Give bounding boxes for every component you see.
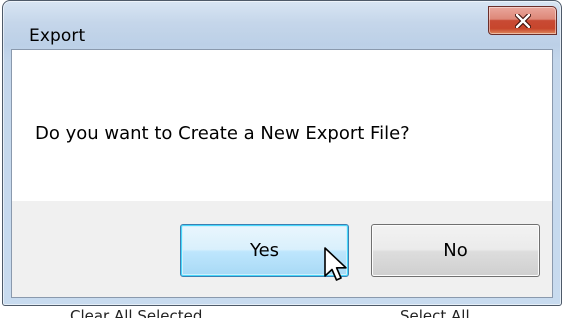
dialog-title: Export [29, 26, 86, 46]
message-panel: Do you want to Create a New Export File? [12, 50, 552, 201]
no-button[interactable]: No [371, 224, 540, 277]
mouse-pointer-icon [324, 247, 347, 281]
background-right-label: Select All [400, 307, 470, 318]
background-window-text: Clear All Selected Select All [0, 307, 569, 318]
export-dialog: Export Do you want to Create a New Expor… [2, 0, 562, 306]
background-left-label: Clear All Selected [70, 307, 203, 318]
dialog-client-area: Do you want to Create a New Export File?… [11, 49, 553, 298]
close-x-icon [514, 13, 531, 28]
close-button[interactable] [488, 6, 557, 35]
dialog-message: Do you want to Create a New Export File? [35, 123, 410, 144]
